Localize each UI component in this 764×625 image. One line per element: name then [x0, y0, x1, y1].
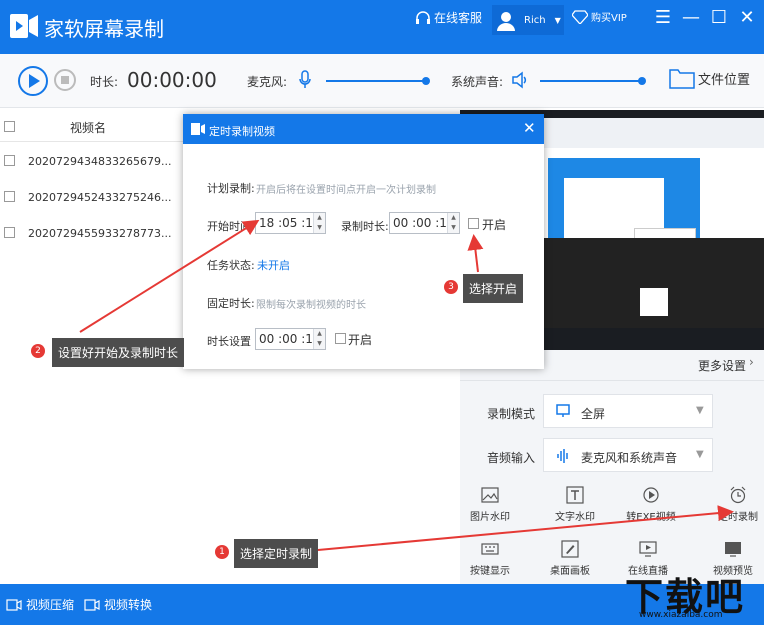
arrow-step3 — [467, 234, 484, 273]
annotation-arrows — [79, 219, 734, 551]
step-badge-1: 1 — [215, 545, 229, 559]
callout-step3: 选择开启 — [463, 274, 524, 303]
arrow-step2 — [79, 219, 260, 333]
callout-step1: 选择定时录制 — [234, 539, 319, 568]
arrow-step1 — [317, 505, 734, 551]
callout-step2: 设置好开始及录制时长 — [52, 338, 185, 367]
step-badge-3: 3 — [444, 280, 458, 294]
step-badge-2: 2 — [31, 344, 45, 358]
